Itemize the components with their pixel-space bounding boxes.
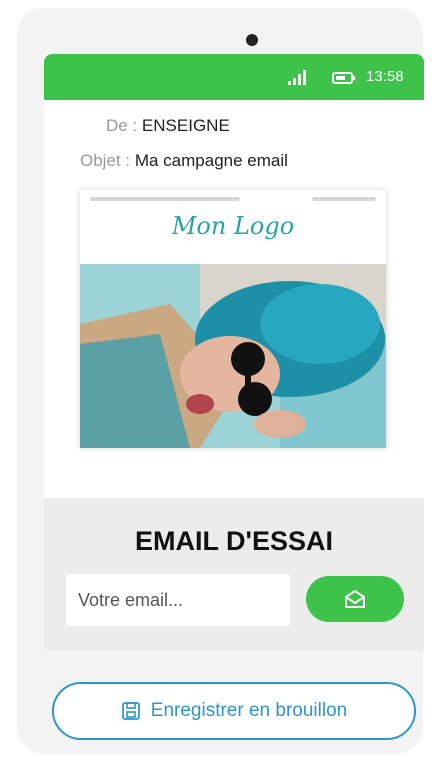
preheader-text-line bbox=[90, 197, 240, 201]
preview-logo: Mon Logo bbox=[171, 212, 295, 240]
preheader-link-line bbox=[312, 197, 376, 201]
envelope-open-icon bbox=[345, 590, 365, 608]
test-email-panel: EMAIL D'ESSAI bbox=[44, 498, 424, 650]
save-draft-label: Enregistrer en brouillon bbox=[150, 700, 348, 721]
test-email-input[interactable] bbox=[66, 574, 290, 626]
subject-value: Ma campagne email bbox=[134, 151, 288, 170]
save-draft-button[interactable]: Enregistrer en brouillon bbox=[52, 682, 416, 740]
subject-row: Objet : Ma campagne email bbox=[80, 151, 288, 171]
signal-icon bbox=[288, 70, 306, 85]
battery-icon bbox=[332, 72, 355, 84]
send-test-button[interactable] bbox=[306, 576, 404, 622]
from-label: De : bbox=[106, 116, 138, 135]
subject-label: Objet : bbox=[80, 151, 131, 170]
test-email-title: EMAIL D'ESSAI bbox=[135, 526, 333, 556]
hero-image bbox=[80, 264, 386, 448]
from-row: De : ENSEIGNE bbox=[106, 116, 230, 136]
status-time: 13:58 bbox=[366, 68, 404, 85]
phone-screen: 13:58 De : ENSEIGNE Objet : Ma campagne … bbox=[44, 54, 424, 650]
email-preview[interactable]: Mon Logo bbox=[80, 190, 386, 448]
camera-dot bbox=[246, 34, 258, 46]
status-bar: 13:58 bbox=[44, 54, 424, 100]
save-icon bbox=[121, 702, 140, 720]
from-value: ENSEIGNE bbox=[141, 116, 230, 135]
